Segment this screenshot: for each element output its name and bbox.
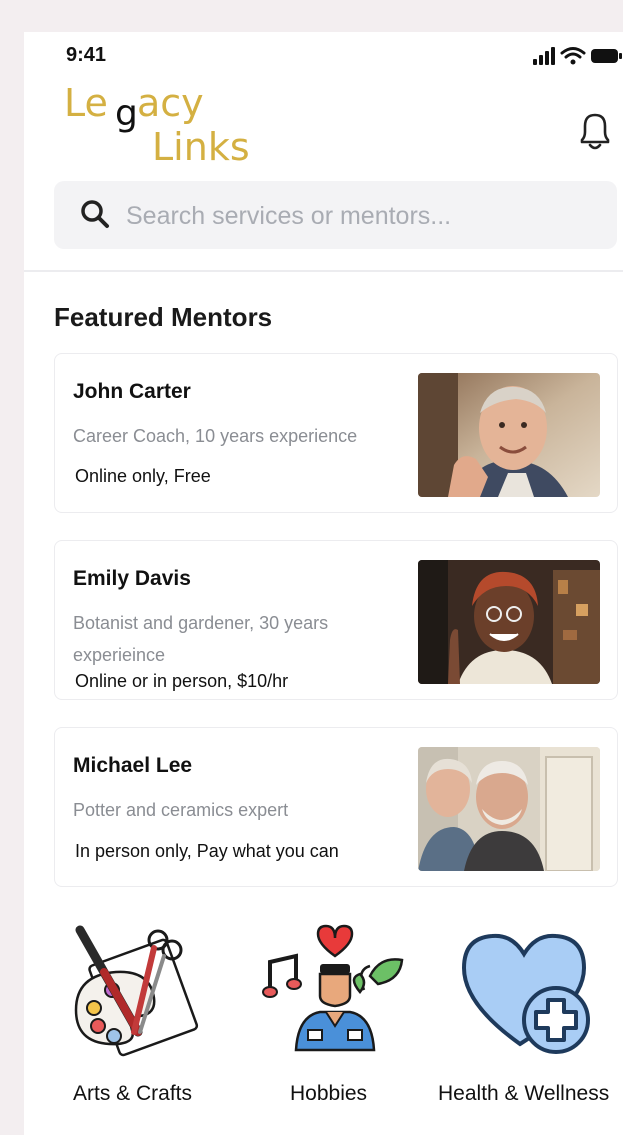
status-time: 9:41 [66,44,107,66]
mentor-pricing: Online only, Free [75,466,211,486]
mentor-pricing: In person only, Pay what you can [75,841,339,861]
mentor-name: Michael Lee [73,754,193,777]
category-label: Health & Wellness [438,1082,610,1105]
logo-text-start: Le [64,81,108,125]
section-title: Featured Mentors [54,302,273,332]
mentor-name: Emily Davis [73,567,191,590]
mentor-name: John Carter [73,380,191,403]
mentor-card[interactable]: Michael Lee Potter and ceramics expert I… [54,727,618,887]
search-icon [81,200,109,228]
mentor-description: Potter and ceramics expert [73,800,289,820]
search-bar[interactable] [54,181,617,249]
logo-text-line2: Links [152,125,250,164]
mentor-photo [418,747,600,871]
logo-text-end: acy [137,81,204,125]
palette-icon [74,925,199,1057]
mentor-pricing: Online or in person, $10/hr [75,671,289,691]
legacy-links-logo: Le g acy Links [64,81,250,164]
category-label: Hobbies [290,1082,368,1105]
health-heart-icon [461,933,590,1054]
mentor-description: Botanist and gardener, 30 years experiei… [73,613,329,665]
mentor-card[interactable]: Emily Davis Botanist and gardener, 30 ye… [54,540,618,700]
mentor-description: Career Coach, 10 years experience [73,426,358,446]
app-screen: 9:41 Le g acy Links Search services or m… [24,32,623,1135]
hobbies-icon [262,924,404,1052]
mentor-photo [418,373,600,497]
wifi-icon [560,47,586,65]
divider [24,270,623,272]
status-icons [533,47,622,65]
mentor-card[interactable]: John Carter Career Coach, 10 years exper… [54,353,618,513]
mentor-photo [418,560,600,684]
notification-bell-icon[interactable] [576,110,614,152]
logo-glyph: g [115,93,138,134]
search-input[interactable] [124,197,598,235]
signal-icon [533,47,555,65]
battery-icon [591,49,622,63]
category-label: Arts & Crafts [73,1082,193,1105]
